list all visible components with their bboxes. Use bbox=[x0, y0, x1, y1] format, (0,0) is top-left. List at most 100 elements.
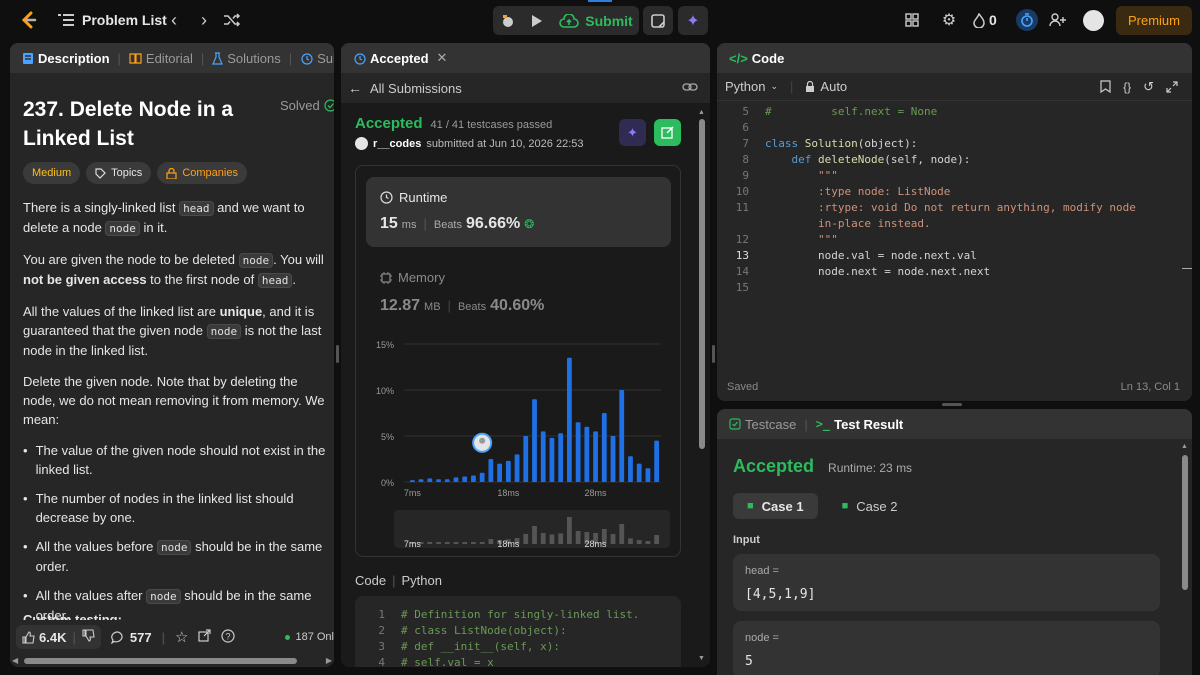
prev-problem-icon[interactable]: ‹ bbox=[166, 10, 182, 30]
scroll-left-icon[interactable]: ◀ bbox=[12, 656, 18, 665]
code-line[interactable]: 6 bbox=[717, 120, 1177, 136]
help-icon[interactable]: ? bbox=[221, 628, 236, 646]
overview-bar bbox=[479, 542, 485, 544]
run-button[interactable] bbox=[526, 10, 548, 32]
format-braces-icon[interactable]: {} bbox=[1123, 80, 1131, 94]
tab-code[interactable]: </> Code bbox=[721, 51, 792, 66]
scroll-up-icon[interactable]: ▲ bbox=[1181, 443, 1188, 450]
tab-description[interactable]: Description bbox=[14, 51, 118, 66]
leetcode-logo-icon[interactable] bbox=[18, 10, 38, 30]
scroll-right-icon[interactable]: ▶ bbox=[326, 656, 332, 665]
stopwatch-icon bbox=[1021, 13, 1033, 27]
shuffle-icon[interactable] bbox=[222, 11, 242, 29]
code-line[interactable]: 10 :type node: ListNode bbox=[717, 184, 1177, 200]
vote-group: 6.4K | bbox=[16, 625, 101, 649]
favorite-star-icon[interactable]: ☆ bbox=[175, 628, 188, 646]
overview-bar bbox=[575, 531, 581, 544]
scroll-thumb[interactable] bbox=[1182, 455, 1188, 590]
resize-handle[interactable] bbox=[712, 345, 715, 363]
difficulty-badge[interactable]: Medium bbox=[23, 162, 81, 184]
layout-icon[interactable] bbox=[904, 12, 920, 28]
ai-sparkle-button[interactable]: ✦ bbox=[678, 6, 708, 35]
code-line[interactable]: 12 """ bbox=[717, 232, 1177, 248]
problem-list-button[interactable]: Problem List bbox=[58, 12, 167, 28]
input-label: Input bbox=[733, 534, 760, 546]
tab-solutions[interactable]: Solutions bbox=[204, 51, 288, 66]
code-line[interactable]: in-place instead. bbox=[717, 216, 1177, 232]
memory-header[interactable]: Memory bbox=[380, 270, 445, 285]
settings-gear-icon[interactable]: ⚙ bbox=[940, 11, 958, 29]
tab-testcase[interactable]: Testcase bbox=[721, 417, 804, 432]
all-submissions-link[interactable]: ← All Submissions bbox=[348, 80, 462, 96]
vertical-scrollbar[interactable]: ▲ bbox=[1181, 443, 1189, 675]
username[interactable]: r__codes bbox=[373, 138, 421, 150]
timer-button[interactable] bbox=[1016, 9, 1038, 31]
scroll-down-icon[interactable]: ▼ bbox=[698, 655, 705, 662]
expand-icon[interactable] bbox=[1166, 80, 1178, 93]
language-select[interactable]: Python ⌄ bbox=[725, 79, 778, 94]
runtime-beats: 96.66% bbox=[466, 215, 521, 232]
code-line[interactable]: 15 bbox=[717, 280, 1177, 296]
tab-accepted-label: Accepted bbox=[370, 50, 429, 66]
scroll-up-icon[interactable]: ▲ bbox=[698, 109, 705, 116]
notes-button[interactable] bbox=[643, 6, 673, 35]
code-editor[interactable]: 5 # self.next = None 6 7 class Solution (obje… bbox=[717, 104, 1177, 296]
resize-handle[interactable] bbox=[336, 345, 339, 363]
code-token: :type node: ListNode bbox=[765, 185, 951, 198]
next-problem-icon[interactable]: › bbox=[196, 10, 212, 30]
ai-analyze-button[interactable]: ✦ bbox=[619, 119, 646, 146]
resize-handle-horizontal[interactable] bbox=[942, 403, 962, 406]
code-line[interactable]: 9 """ bbox=[717, 168, 1177, 184]
companies-button[interactable]: Companies bbox=[157, 162, 247, 184]
dislike-button[interactable] bbox=[76, 629, 101, 645]
result-status: Accepted bbox=[733, 456, 815, 476]
reset-icon[interactable]: ↺ bbox=[1143, 79, 1154, 95]
tab-accepted[interactable]: Accepted ✕ bbox=[345, 50, 455, 66]
tab-test-result[interactable]: >_ Test Result bbox=[808, 417, 912, 432]
text: in it. bbox=[139, 220, 168, 235]
case-1-tab[interactable]: ■ Case 1 bbox=[733, 493, 818, 519]
lock-icon bbox=[806, 81, 815, 92]
vertical-scrollbar[interactable]: ▲ ▼ bbox=[698, 109, 706, 662]
overview-x-tick-label: 7ms bbox=[404, 539, 422, 549]
tab-editorial[interactable]: Editorial bbox=[121, 51, 201, 66]
like-button[interactable]: 6.4K bbox=[16, 630, 72, 645]
runtime-card[interactable]: Runtime 15 ms | Beats 96.66% ❂ bbox=[366, 177, 671, 247]
streak-counter[interactable]: 0 bbox=[973, 11, 997, 29]
runtime-distribution-chart[interactable]: 15% 10% 5% 0% 7ms 18ms 28ms 7ms 18ms 28ms bbox=[356, 332, 682, 556]
tab-submissions[interactable]: Subm bbox=[292, 51, 334, 66]
overview-bar bbox=[610, 534, 616, 544]
auto-mode[interactable]: Auto bbox=[805, 79, 847, 94]
runtime-value: 15 bbox=[380, 215, 398, 232]
share-icon[interactable] bbox=[198, 629, 212, 645]
close-tab-icon[interactable]: ✕ bbox=[437, 50, 448, 66]
avatar[interactable] bbox=[1083, 10, 1104, 31]
bar bbox=[488, 459, 494, 482]
scroll-thumb[interactable] bbox=[24, 658, 297, 664]
submit-button[interactable]: Submit bbox=[556, 8, 636, 33]
scroll-thumb[interactable] bbox=[699, 119, 705, 449]
code-line[interactable]: 13 node.val = node.next.val bbox=[717, 248, 1177, 264]
history-icon bbox=[301, 52, 313, 65]
add-friend-icon[interactable] bbox=[1048, 11, 1068, 29]
line-number: 4 bbox=[378, 656, 385, 667]
code-line[interactable]: 11 :rtype: void Do not return anything, … bbox=[717, 200, 1177, 216]
code-line[interactable]: 7 class Solution (object): bbox=[717, 136, 1177, 152]
bar bbox=[479, 472, 485, 482]
overview-bar bbox=[566, 517, 572, 544]
premium-button[interactable]: Premium bbox=[1116, 6, 1192, 35]
edit-solution-button[interactable] bbox=[654, 119, 681, 146]
link-icon[interactable] bbox=[682, 81, 698, 96]
topics-button[interactable]: Topics bbox=[86, 162, 152, 184]
debug-icon[interactable] bbox=[497, 10, 519, 32]
bookmark-icon[interactable] bbox=[1100, 80, 1111, 93]
code-line[interactable]: 14 node.next = node.next.next bbox=[717, 264, 1177, 280]
code-line[interactable]: 5 # self.next = None bbox=[717, 104, 1177, 120]
bar bbox=[558, 433, 564, 482]
comments-button[interactable]: 577 bbox=[110, 630, 152, 645]
horizontal-scrollbar[interactable]: ◀ ▶ bbox=[10, 654, 334, 667]
text: to the first node of bbox=[146, 272, 258, 287]
code-line[interactable]: 8 def deleteNode (self, node): bbox=[717, 152, 1177, 168]
case-2-tab[interactable]: ■ Case 2 bbox=[828, 493, 912, 519]
user-avatar[interactable] bbox=[355, 137, 368, 150]
